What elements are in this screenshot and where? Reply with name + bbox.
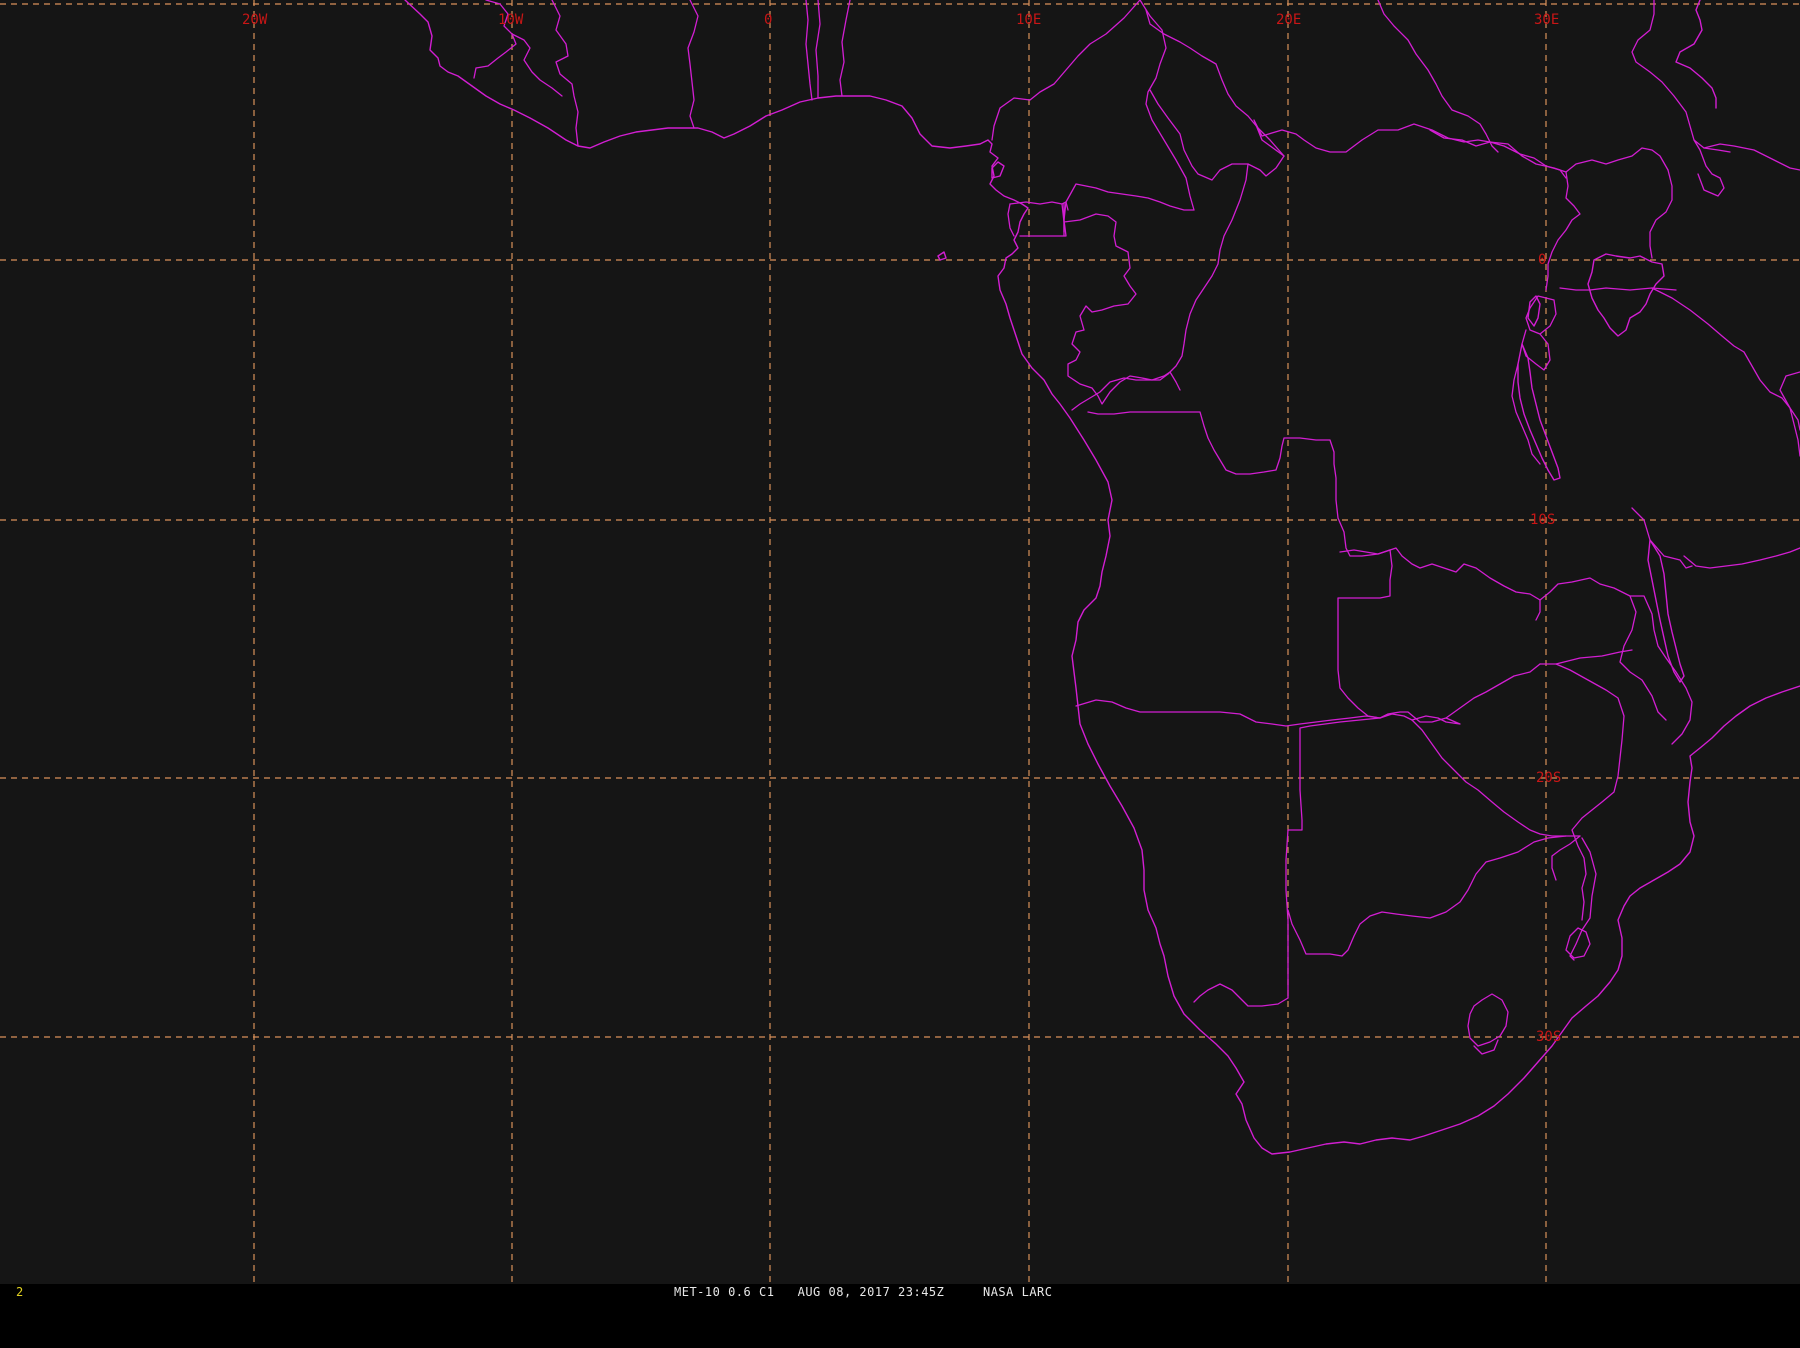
grid-label-lon-0: 0	[764, 12, 772, 28]
border-angola-drc	[1087, 411, 1391, 557]
lake-kivu	[1527, 295, 1541, 327]
border-angola-zambia	[1337, 549, 1393, 719]
border-kenya-tanzania	[1651, 287, 1745, 353]
border-gabon-equatorial-guinea	[1007, 203, 1015, 237]
border-namibia-botswana	[1285, 717, 1381, 999]
border-ethiopia-somalia	[1703, 143, 1800, 171]
coastlines	[404, 0, 1800, 1155]
border-togo-benin	[815, 0, 821, 99]
image-caption: MET-10 0.6 C1 AUG 08, 2017 23:45Z NASA L…	[674, 1285, 1053, 1299]
grid-label-lat-20s: 20S	[1536, 770, 1561, 786]
border-car-drc	[1167, 163, 1249, 375]
border-zambia-zimbabwe	[1379, 663, 1541, 723]
grid-label-lon-20w: 20W	[242, 12, 268, 28]
border-drc-tanzania-zambia	[1511, 363, 1541, 465]
border-tanzania-mozambique	[1683, 547, 1800, 569]
border-sudan-south-sudan	[1377, 0, 1499, 153]
border-namibia-caprivi	[1411, 715, 1461, 725]
border-ethiopia-south-sudan	[1631, 0, 1731, 153]
grid-label-lat-10s: 10S	[1530, 512, 1555, 528]
lake-tana-region	[1675, 0, 1717, 109]
map-overlay: 20W 10W 0 10E 20E 30E 0 10S 20S 30S	[0, 0, 1800, 1284]
border-ivory-coast-ghana	[687, 0, 699, 129]
border-benin-nigeria	[839, 0, 851, 97]
border-uganda-kenya	[1649, 169, 1673, 259]
border-nigeria-cameroon	[991, 0, 1141, 141]
border-drc-zambia	[1339, 547, 1541, 621]
grid-label-lon-10e: 10E	[1016, 12, 1041, 28]
west-africa-coastline	[404, 0, 1800, 1155]
border-liberia-ivory-coast	[551, 0, 579, 147]
border-lesotho	[1467, 993, 1509, 1047]
border-zambia-tanzania-malawi	[1539, 577, 1667, 721]
border-south-sudan-drc-uganda	[1429, 129, 1669, 173]
border-eswatini	[1565, 927, 1591, 959]
border-namibia-south-africa	[1193, 983, 1289, 1007]
country-borders	[473, 0, 1800, 1055]
border-chad-cameroon	[1063, 0, 1195, 233]
border-uganda-drc	[1545, 171, 1581, 291]
border-tanzania-coast	[1743, 351, 1800, 457]
border-chad-sudan	[1145, 9, 1285, 157]
border-somalia-kenya	[1779, 371, 1800, 431]
grid-label-lon-30e: 30E	[1534, 12, 1559, 28]
border-car-sudan	[1253, 119, 1567, 179]
frame-number: 2	[16, 1285, 24, 1299]
border-gabon-congo	[1063, 213, 1181, 405]
border-ghana-togo	[805, 0, 813, 101]
border-malawi-tanzania	[1631, 507, 1693, 569]
border-lesotho-tail	[1473, 1039, 1499, 1055]
lake-victoria	[1587, 253, 1665, 337]
border-drc-congo-river	[1071, 373, 1169, 411]
border-angola-namibia	[1075, 699, 1413, 727]
lake-tanganyika	[1517, 343, 1561, 481]
sao-tome-island	[937, 251, 947, 261]
lake-malawi	[1647, 539, 1685, 683]
grid-label-lon-10w: 10W	[498, 12, 524, 28]
border-zimbabwe-south-africa	[1551, 835, 1581, 881]
border-zimbabwe-mozambique	[1539, 663, 1625, 921]
grid-label-lat-0: 0	[1538, 252, 1546, 268]
grid-label-lon-20e: 20E	[1276, 12, 1301, 28]
border-botswana-south-africa	[1287, 835, 1567, 957]
border-guinea-liberia	[511, 33, 563, 97]
graticule	[0, 0, 1800, 1284]
satellite-map-view[interactable]: 20W 10W 0 10E 20E 30E 0 10S 20S 30S 2 ME…	[0, 0, 1800, 1300]
grid-label-lat-30s: 30S	[1536, 1029, 1561, 1045]
grid-labels: 20W 10W 0 10E 20E 30E 0 10S 20S 30S	[242, 12, 1561, 1045]
status-bar: 2 MET-10 0.6 C1 AUG 08, 2017 23:45Z NASA…	[0, 1284, 1800, 1300]
border-tanzania-rwanda-burundi	[1559, 287, 1677, 291]
